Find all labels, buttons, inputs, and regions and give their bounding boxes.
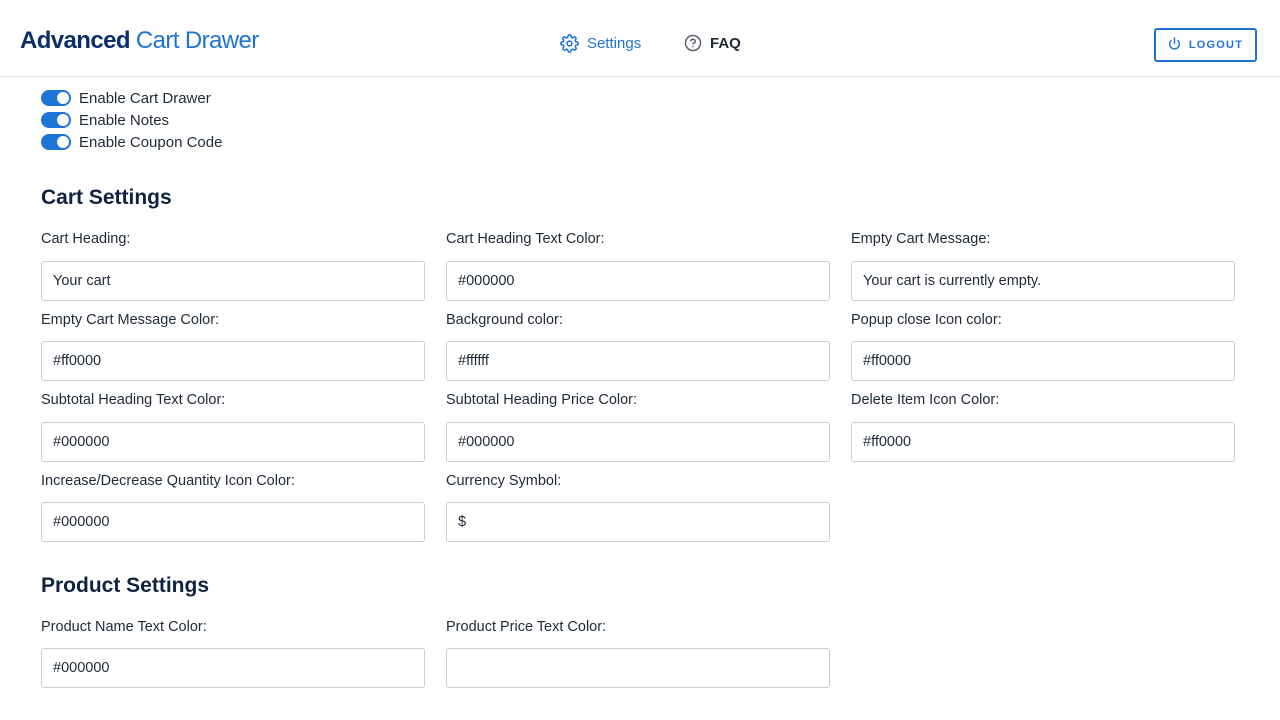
- cart-heading-color-label: Cart Heading Text Color:: [446, 231, 605, 247]
- subtotal-heading-text-color-input[interactable]: [41, 422, 425, 462]
- background-color-label: Background color:: [446, 312, 563, 328]
- currency-symbol-input[interactable]: [446, 502, 830, 542]
- toggle-label: Enable Cart Drawer: [79, 89, 211, 107]
- nav-faq[interactable]: FAQ: [684, 33, 741, 53]
- popup-close-icon-color-input[interactable]: [851, 341, 1235, 381]
- empty-cart-message-color-label: Empty Cart Message Color:: [41, 312, 220, 328]
- gear-icon: [560, 33, 579, 53]
- nav-settings-label: Settings: [587, 34, 642, 52]
- empty-cart-message-label: Empty Cart Message:: [851, 231, 991, 247]
- toggle-enable-coupon-code: Enable Coupon Code: [41, 133, 222, 151]
- toggle-switch[interactable]: [41, 90, 71, 106]
- nav-settings[interactable]: Settings: [560, 33, 641, 53]
- cart-heading-color-input[interactable]: [446, 261, 830, 301]
- toggle-switch[interactable]: [41, 112, 71, 128]
- empty-cart-message-color-input[interactable]: [41, 341, 425, 381]
- power-icon: [1168, 37, 1181, 53]
- toggle-switch[interactable]: [41, 134, 71, 150]
- app-logo[interactable]: Advanced Cart Drawer: [20, 26, 259, 56]
- logout-label: LOGOUT: [1188, 39, 1244, 51]
- subtotal-heading-price-color-label: Subtotal Heading Price Color:: [446, 392, 638, 408]
- delete-item-icon-color-label: Delete Item Icon Color:: [851, 392, 1000, 408]
- logout-button[interactable]: LOGOUT: [1154, 28, 1257, 62]
- brand-name-light: Cart Drawer: [135, 27, 259, 54]
- product-name-color-label: Product Name Text Color:: [41, 619, 207, 635]
- quantity-icon-color-label: Increase/Decrease Quantity Icon Color:: [41, 473, 295, 489]
- product-name-color-input[interactable]: [41, 648, 425, 688]
- product-price-color-input[interactable]: [446, 648, 830, 688]
- app-header: Advanced Cart Drawer Settings FAQ LOGOUT: [0, 0, 1280, 77]
- quantity-icon-color-input[interactable]: [41, 502, 425, 542]
- background-color-input[interactable]: [446, 341, 830, 381]
- currency-symbol-label: Currency Symbol:: [446, 473, 562, 489]
- toggle-enable-cart-drawer: Enable Cart Drawer: [41, 89, 211, 107]
- product-price-color-label: Product Price Text Color:: [446, 619, 607, 635]
- nav-faq-label: FAQ: [710, 34, 741, 52]
- product-settings-title: Product Settings: [41, 574, 210, 597]
- question-circle-icon: [684, 34, 702, 52]
- cart-heading-input[interactable]: [41, 261, 425, 301]
- subtotal-heading-price-color-input[interactable]: [446, 422, 830, 462]
- brand-name-bold: Advanced: [20, 27, 131, 54]
- delete-item-icon-color-input[interactable]: [851, 422, 1235, 462]
- empty-cart-message-input[interactable]: [851, 261, 1235, 301]
- popup-close-icon-color-label: Popup close Icon color:: [851, 312, 1002, 328]
- subtotal-heading-text-color-label: Subtotal Heading Text Color:: [41, 392, 226, 408]
- toggle-label: Enable Notes: [79, 111, 170, 129]
- cart-heading-label: Cart Heading:: [41, 231, 131, 247]
- cart-settings-title: Cart Settings: [41, 186, 172, 209]
- toggle-enable-notes: Enable Notes: [41, 111, 169, 129]
- toggle-label: Enable Coupon Code: [79, 133, 223, 151]
